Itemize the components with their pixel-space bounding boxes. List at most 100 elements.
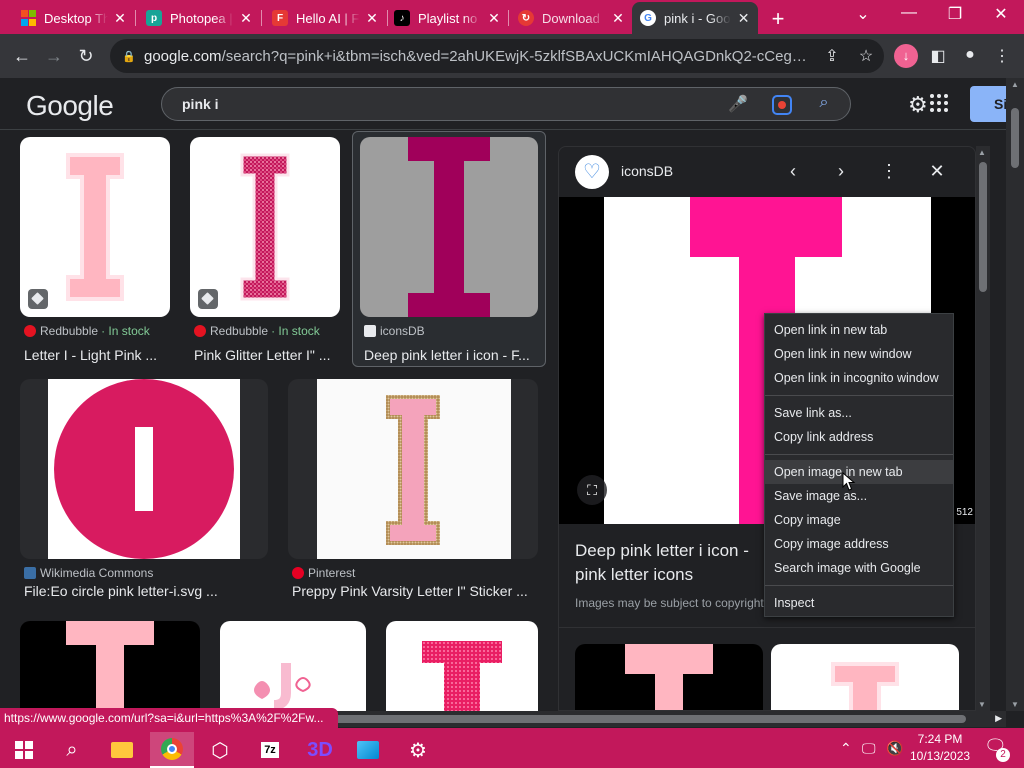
menu-copy-image-address[interactable]: Copy image address bbox=[765, 532, 953, 556]
result-source[interactable]: Wikimedia Commons bbox=[24, 566, 153, 580]
menu-open-image-new-tab[interactable]: Open image in new tab bbox=[765, 460, 953, 484]
scroll-up-arrow-icon[interactable]: ▲ bbox=[978, 148, 986, 157]
result-thumbnail[interactable] bbox=[20, 137, 170, 317]
search-icon[interactable]: ⌕ bbox=[814, 94, 834, 114]
lens-icon[interactable] bbox=[772, 95, 792, 115]
menu-open-link-new-tab[interactable]: Open link in new tab bbox=[765, 318, 953, 342]
close-icon[interactable]: ✕ bbox=[737, 10, 750, 27]
reload-icon[interactable]: ↻ bbox=[74, 44, 98, 68]
menu-search-image-google[interactable]: Search image with Google bbox=[765, 556, 953, 580]
google-logo[interactable]: Google bbox=[26, 90, 114, 122]
close-icon[interactable]: ✕ bbox=[488, 10, 500, 27]
tab-playlist[interactable]: ♪ Playlist no ✕ bbox=[386, 2, 508, 34]
close-icon[interactable]: ✕ bbox=[114, 10, 126, 27]
result-thumbnail[interactable] bbox=[20, 621, 200, 711]
google-apps-icon[interactable] bbox=[930, 94, 948, 112]
show-hidden-icons-icon[interactable]: ⌃ bbox=[840, 740, 852, 757]
tab-pink-i-google[interactable]: G pink i - Goo ✕ bbox=[632, 2, 758, 34]
result-title[interactable]: Letter I - Light Pink ... bbox=[24, 347, 164, 363]
settings-gear-icon[interactable]: ⚙ bbox=[396, 732, 440, 768]
result-title[interactable]: File:Eo circle pink letter-i.svg ... bbox=[24, 583, 264, 599]
iconsdb-heart-icon[interactable] bbox=[575, 155, 609, 189]
result-thumbnail[interactable] bbox=[190, 137, 340, 317]
result-source[interactable]: iconsDB bbox=[364, 324, 425, 338]
result-source[interactable]: Redbubble · In stock bbox=[194, 324, 320, 338]
close-window-icon[interactable]: ✕ bbox=[986, 4, 1016, 24]
panel-scrollbar[interactable]: ▲ ▼ bbox=[976, 146, 990, 711]
address-bar[interactable]: 🔒 google.com/search?q=pink+i&tbm=isch&ve… bbox=[110, 39, 884, 73]
search-box[interactable]: pink i 🎤 ⌕ bbox=[161, 87, 851, 121]
menu-icon[interactable]: ⋮ bbox=[992, 46, 1012, 66]
panel-title[interactable]: Deep pink letter i icon - pink letter ic… bbox=[575, 539, 775, 587]
forward-icon[interactable]: → bbox=[42, 44, 66, 68]
network-icon[interactable]: 🖵 bbox=[862, 740, 876, 757]
3d-box-icon[interactable]: ⬡ bbox=[198, 732, 242, 768]
system-clock[interactable]: 7:24 PM 10/13/2023 bbox=[910, 731, 970, 765]
lock-icon[interactable]: 🔒 bbox=[122, 50, 136, 63]
search-icon[interactable]: ⌕ bbox=[50, 732, 94, 768]
7zip-icon[interactable]: 7z bbox=[248, 732, 292, 768]
result-source[interactable]: Redbubble · In stock bbox=[24, 324, 150, 338]
sign-in-button[interactable]: Si bbox=[970, 86, 1010, 122]
result-thumbnail[interactable] bbox=[288, 379, 538, 559]
previous-icon[interactable]: ‹ bbox=[781, 161, 805, 182]
scroll-down-arrow-icon[interactable]: ▼ bbox=[978, 700, 986, 709]
menu-save-link-as[interactable]: Save link as... bbox=[765, 401, 953, 425]
minimize-icon[interactable]: — bbox=[894, 4, 924, 22]
menu-open-link-incognito[interactable]: Open link in incognito window bbox=[765, 366, 953, 390]
page-scroll-thumb[interactable] bbox=[1011, 108, 1019, 168]
share-icon[interactable]: ⇪ bbox=[822, 46, 842, 66]
panel-scroll-thumb[interactable] bbox=[979, 162, 987, 292]
menu-save-image-as[interactable]: Save image as... bbox=[765, 484, 953, 508]
related-image[interactable] bbox=[771, 644, 959, 710]
page-scrollbar[interactable]: ▲ ▼ bbox=[1006, 78, 1024, 711]
related-image[interactable] bbox=[575, 644, 763, 710]
result-thumbnail[interactable] bbox=[386, 621, 538, 711]
next-icon[interactable]: › bbox=[829, 161, 853, 182]
more-options-icon[interactable]: ⋮ bbox=[877, 161, 901, 182]
tab-photopea[interactable]: p Photopea | ✕ bbox=[138, 2, 260, 34]
snipping-tool-icon[interactable] bbox=[346, 732, 390, 768]
result-title[interactable]: Pink Glitter Letter I" ... bbox=[194, 347, 334, 363]
visual-search-icon[interactable]: ⛶ bbox=[577, 475, 607, 505]
tab-search-icon[interactable]: ⌄ bbox=[848, 4, 878, 24]
chrome-icon[interactable] bbox=[150, 732, 194, 768]
windows-start-icon[interactable] bbox=[2, 732, 46, 768]
result-source[interactable]: Pinterest bbox=[292, 566, 355, 580]
close-icon[interactable]: ✕ bbox=[925, 161, 949, 182]
scroll-down-arrow-icon[interactable]: ▼ bbox=[1011, 700, 1019, 709]
restore-icon[interactable]: ❐ bbox=[940, 4, 970, 24]
download-extension-icon[interactable]: ↓ bbox=[894, 44, 918, 68]
menu-copy-image[interactable]: Copy image bbox=[765, 508, 953, 532]
file-explorer-icon[interactable] bbox=[100, 732, 144, 768]
profile-icon[interactable]: ● bbox=[960, 46, 980, 64]
menu-inspect[interactable]: Inspect bbox=[765, 591, 953, 615]
close-icon[interactable]: ✕ bbox=[612, 10, 624, 27]
microphone-icon[interactable]: 🎤 bbox=[728, 94, 748, 114]
settings-gear-icon[interactable]: ⚙ bbox=[908, 92, 928, 118]
tab-desktop[interactable]: Desktop Th ✕ bbox=[12, 2, 134, 34]
scroll-up-arrow-icon[interactable]: ▲ bbox=[1011, 80, 1019, 89]
back-icon[interactable]: ← bbox=[10, 44, 34, 68]
bookmark-star-icon[interactable]: ☆ bbox=[856, 46, 876, 66]
side-panel-icon[interactable]: ◧ bbox=[928, 46, 948, 66]
result-thumbnail[interactable] bbox=[220, 621, 366, 711]
tab-download[interactable]: ↻ Download ✕ bbox=[510, 2, 632, 34]
close-icon[interactable]: ✕ bbox=[240, 10, 252, 27]
menu-copy-link-address[interactable]: Copy link address bbox=[765, 425, 953, 449]
volume-muted-icon[interactable]: 🔇 bbox=[886, 740, 903, 757]
result-title[interactable]: Preppy Pink Varsity Letter I" Sticker ..… bbox=[292, 583, 538, 599]
app-icon[interactable]: 3D bbox=[298, 732, 342, 768]
search-query[interactable]: pink i bbox=[182, 96, 219, 112]
result-thumbnail[interactable] bbox=[20, 379, 268, 559]
close-icon[interactable]: ✕ bbox=[366, 10, 378, 27]
panel-source[interactable]: iconsDB bbox=[621, 163, 673, 179]
result-thumbnail[interactable] bbox=[360, 137, 538, 317]
result-title[interactable]: Deep pink letter i icon - F... bbox=[364, 347, 536, 363]
tab-hello-ai[interactable]: F Hello AI | F ✕ bbox=[264, 2, 386, 34]
tab-label: Download bbox=[542, 10, 600, 26]
menu-open-link-new-window[interactable]: Open link in new window bbox=[765, 342, 953, 366]
new-tab-button[interactable]: + bbox=[766, 6, 790, 32]
browser-toolbar: ← → ↻ 🔒 google.com/search?q=pink+i&tbm=i… bbox=[0, 34, 1024, 78]
scroll-right-arrow-icon[interactable]: ▶ bbox=[995, 713, 1002, 724]
